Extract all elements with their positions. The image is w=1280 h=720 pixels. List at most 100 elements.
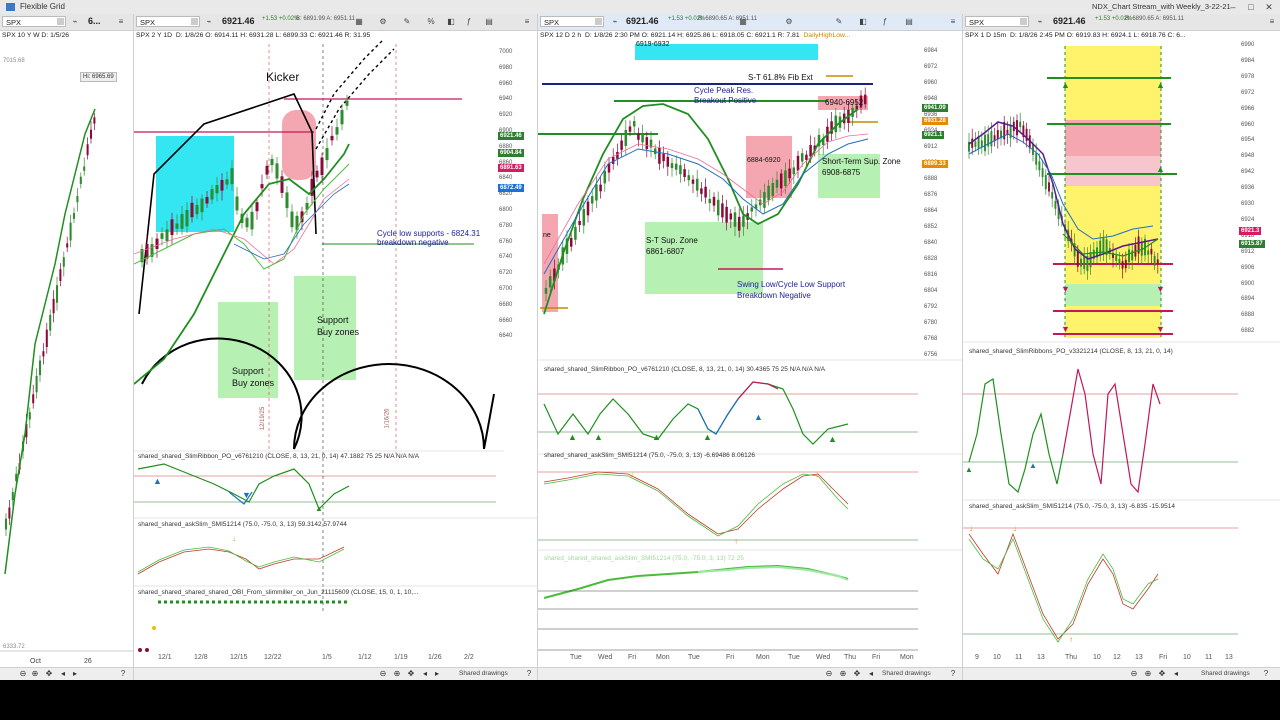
maximize-icon[interactable]: □ bbox=[1244, 1, 1258, 13]
candle-body bbox=[59, 269, 62, 281]
help-icon[interactable]: ? bbox=[948, 669, 958, 679]
date-label: 13 bbox=[1135, 654, 1143, 661]
help-icon[interactable]: ? bbox=[118, 669, 128, 679]
pan-icon[interactable]: ✥ bbox=[1157, 669, 1167, 679]
scroll-left-icon[interactable]: ◂ bbox=[58, 669, 68, 679]
shared-drawings-label[interactable]: Shared drawings bbox=[459, 670, 508, 677]
date-label: 1/26 bbox=[428, 654, 442, 661]
zoom-out-icon[interactable]: ⊖ bbox=[18, 669, 28, 679]
scroll-left-icon[interactable]: ◂ bbox=[1171, 669, 1181, 679]
date-label: 13 bbox=[1225, 654, 1233, 661]
date-label: Fri bbox=[872, 654, 881, 661]
pan-icon[interactable]: ✥ bbox=[406, 669, 416, 679]
date-label: Fri bbox=[1159, 654, 1168, 661]
zoom-icon[interactable]: ⊕ bbox=[392, 669, 402, 679]
shared-drawings-label[interactable]: Shared drawings bbox=[1201, 670, 1250, 677]
candle-body bbox=[38, 360, 42, 376]
date-label: Mon bbox=[656, 654, 670, 661]
chart-bottom-bar: ⊖ ⊕ ✥ ◂ ▸ ? bbox=[0, 667, 133, 680]
candle-body bbox=[4, 518, 8, 530]
date-label: Tue bbox=[788, 654, 800, 661]
window-title: NDX_Chart Stream_with Weekly_3-22-21 bbox=[1092, 2, 1231, 11]
zoom-icon[interactable]: ⊕ bbox=[838, 669, 848, 679]
date-label: 1/19 bbox=[394, 654, 408, 661]
title-bar: Flexible Grid NDX_Chart Stream_with Week… bbox=[0, 0, 1280, 15]
date-label: 12 bbox=[1113, 654, 1121, 661]
date-label: Wed bbox=[816, 654, 831, 661]
shared-drawings-label[interactable]: Shared drawings bbox=[882, 670, 931, 677]
chart-bottom-bar: ⊖ ⊕ ✥ ◂ Shared drawings ? bbox=[963, 667, 1280, 680]
candle-body bbox=[28, 412, 31, 420]
candle-body bbox=[66, 243, 69, 248]
date-label: Thu bbox=[1065, 654, 1078, 661]
obi-study bbox=[138, 600, 350, 652]
date-label: Tue bbox=[688, 654, 700, 661]
date-label: 12/8 bbox=[194, 654, 208, 661]
chart-panel-15m[interactable]: SPX ⌁ 6921.46 +1.53 +0.02% B: 6890.65 A:… bbox=[963, 14, 1280, 680]
smi-study: ↓ ↓ ↑ bbox=[963, 524, 1238, 644]
svg-text:↓: ↓ bbox=[1013, 524, 1017, 533]
scroll-left-icon[interactable]: ◂ bbox=[866, 669, 876, 679]
date-label: Tue bbox=[570, 654, 582, 661]
candle-body bbox=[55, 285, 59, 303]
zoom-out-icon[interactable]: ⊖ bbox=[1129, 669, 1139, 679]
zoom-icon[interactable]: ⊕ bbox=[1143, 669, 1153, 679]
candle-body bbox=[8, 507, 11, 519]
candle-body bbox=[76, 196, 79, 203]
scroll-left-icon[interactable]: ◂ bbox=[420, 669, 430, 679]
candle-body bbox=[79, 176, 82, 184]
date-label: 13 bbox=[1037, 654, 1045, 661]
zoom-out-icon[interactable]: ⊖ bbox=[824, 669, 834, 679]
date-label: Wed bbox=[598, 654, 613, 661]
candle-body bbox=[89, 129, 93, 139]
candle-body bbox=[42, 351, 45, 357]
pan-icon[interactable]: ✥ bbox=[852, 669, 862, 679]
zoom-out-icon[interactable]: ⊖ bbox=[378, 669, 388, 679]
candle-body bbox=[72, 213, 76, 219]
candle-body bbox=[52, 298, 55, 314]
date-label: 2/2 bbox=[464, 654, 474, 661]
help-icon[interactable]: ? bbox=[1261, 669, 1271, 679]
date-label: 9 bbox=[975, 654, 979, 661]
weekly-price-chart bbox=[0, 108, 133, 652]
minimize-icon[interactable]: – bbox=[1226, 1, 1240, 13]
chart-panel-daily[interactable]: SPX ⌁ 6921.46 +1.53 +0.02% B: 6891.99 A:… bbox=[134, 14, 538, 680]
date-label: 26 bbox=[84, 658, 92, 665]
chart-panel-2h[interactable]: SPX ⌁ 6921.46 +1.53 +0.02% B: 6890.65 A:… bbox=[538, 14, 963, 680]
svg-text:↓: ↓ bbox=[969, 524, 973, 533]
flexible-grid-window: Flexible Grid NDX_Chart Stream_with Week… bbox=[0, 0, 1280, 680]
candle-body bbox=[69, 222, 72, 241]
date-label: 10 bbox=[1093, 654, 1101, 661]
date-label: 10 bbox=[993, 654, 1001, 661]
third-study bbox=[538, 564, 918, 651]
candle-body bbox=[83, 166, 86, 171]
candle-body bbox=[49, 314, 52, 331]
candle-body bbox=[35, 375, 38, 393]
chart-bottom-bar: ⊖ ⊕ ✥ ◂ ▸ Shared drawings ? bbox=[134, 667, 537, 680]
candle-body bbox=[93, 117, 96, 124]
candle-body bbox=[11, 492, 14, 501]
date-label: Fri bbox=[628, 654, 637, 661]
date-label: 10 bbox=[1183, 654, 1191, 661]
chart-panel-weekly[interactable]: SPX ⌁ 6... ≡ SPX 10 Y W D: 1/5/26 7015.6… bbox=[0, 14, 134, 680]
help-icon[interactable]: ? bbox=[524, 669, 534, 679]
chart-bottom-bar: ⊖ ⊕ ✥ ◂ Shared drawings ? bbox=[538, 667, 962, 680]
zoom-icon[interactable]: ⊕ bbox=[30, 669, 40, 679]
date-label: 12/15 bbox=[230, 654, 248, 661]
scroll-right-icon[interactable]: ▸ bbox=[70, 669, 80, 679]
date-label: 11 bbox=[1205, 654, 1213, 661]
date-label: 1/12 bbox=[358, 654, 372, 661]
date-label: Fri bbox=[726, 654, 735, 661]
date-label: Mon bbox=[756, 654, 770, 661]
date-label: 12/22 bbox=[264, 654, 282, 661]
scroll-right-icon[interactable]: ▸ bbox=[432, 669, 442, 679]
date-label: Oct bbox=[30, 658, 41, 665]
date-label: 11 bbox=[1015, 654, 1023, 661]
app-icon bbox=[6, 3, 15, 11]
close-icon[interactable]: ✕ bbox=[1262, 1, 1276, 13]
date-label: 12/1 bbox=[158, 654, 172, 661]
date-label: Mon bbox=[900, 654, 914, 661]
pan-icon[interactable]: ✥ bbox=[44, 669, 54, 679]
app-name: Flexible Grid bbox=[20, 2, 65, 11]
svg-text:↑: ↑ bbox=[1069, 635, 1073, 644]
